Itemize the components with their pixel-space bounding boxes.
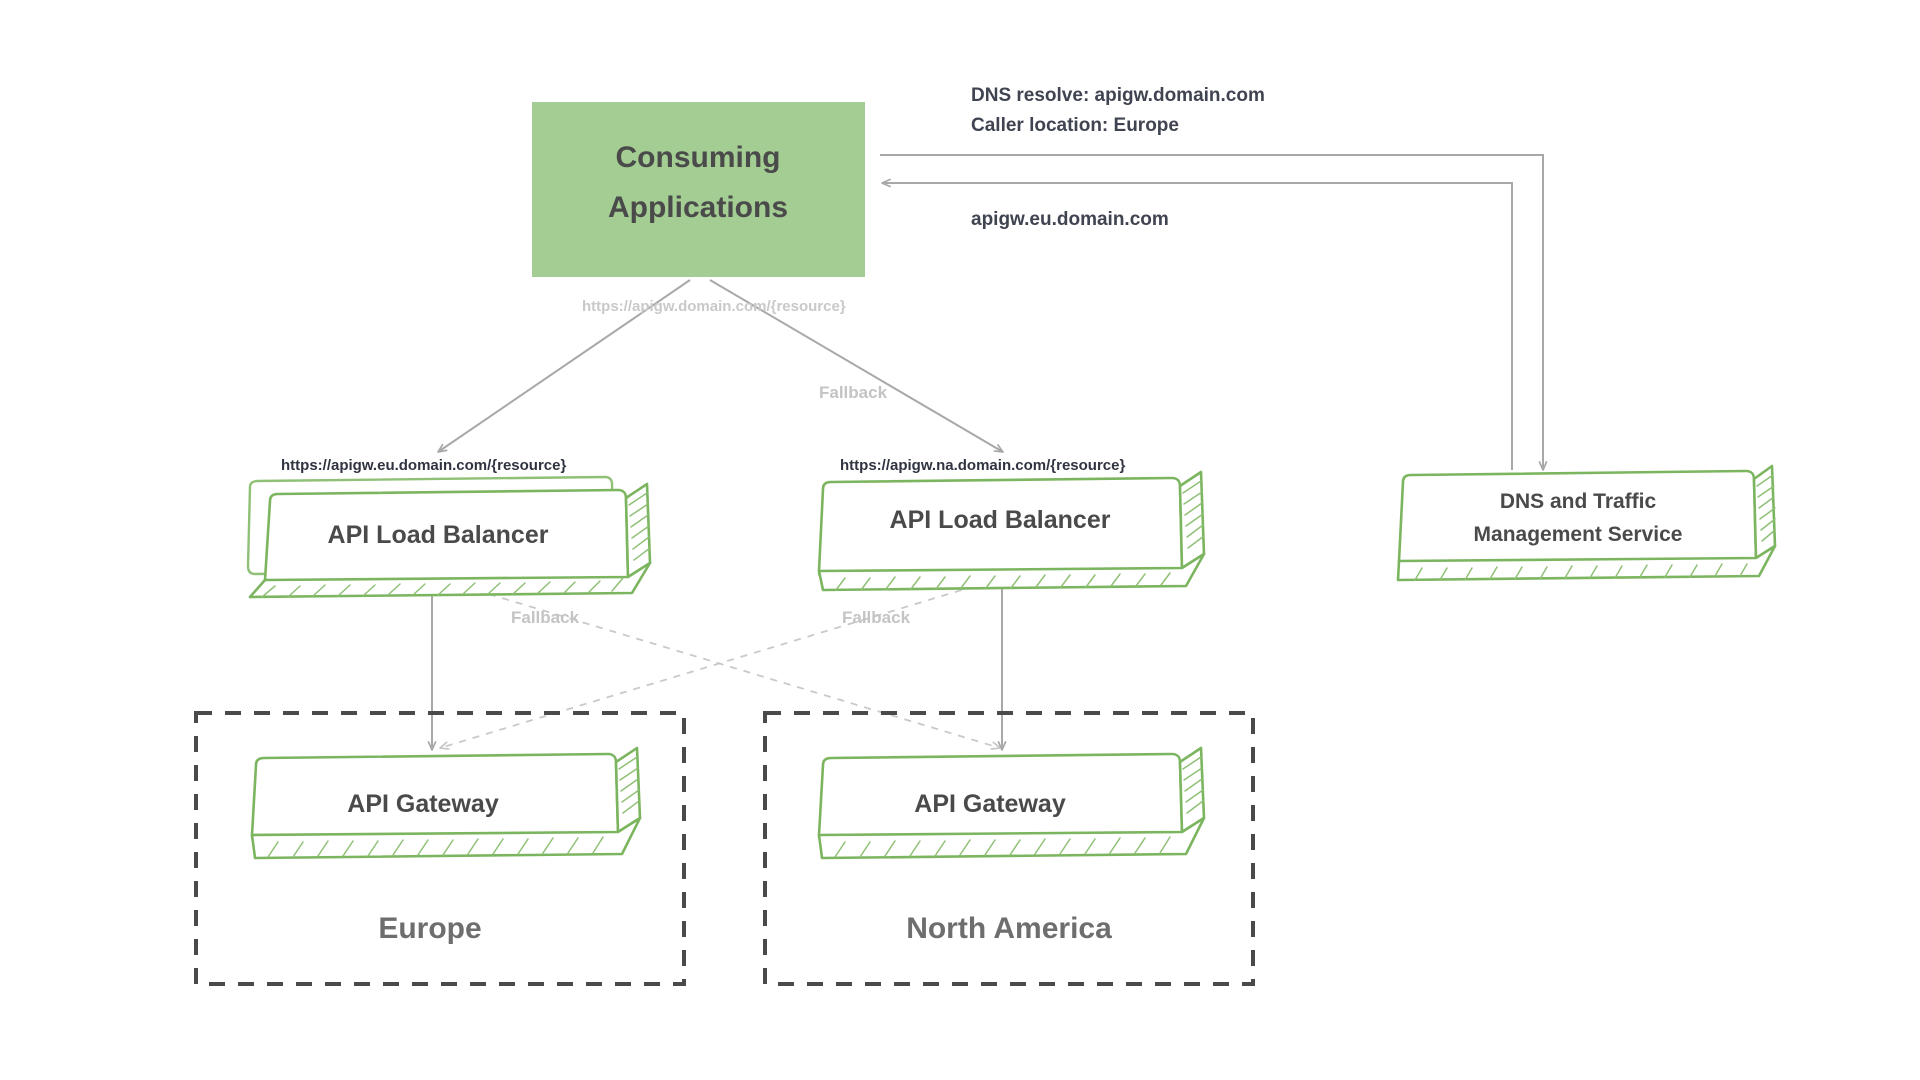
api-gateway-eu-label: API Gateway xyxy=(347,790,499,818)
annotation-dns-resolve: DNS resolve: apigw.domain.com xyxy=(971,85,1265,106)
label-url-na: https://apigw.na.domain.com/{resource} xyxy=(840,457,1125,474)
annotation-caller-location: Caller location: Europe xyxy=(971,115,1179,136)
label-fallback-top: Fallback xyxy=(819,383,888,402)
label-url-eu: https://apigw.eu.domain.com/{resource} xyxy=(281,457,566,474)
dns-service-line-2: Management Service xyxy=(1474,523,1683,546)
region-europe-label: Europe xyxy=(378,912,481,945)
api-gateway-na-label: API Gateway xyxy=(914,790,1066,818)
region-north-america-label: North America xyxy=(906,912,1112,945)
label-fallback-left: Fallback xyxy=(511,608,580,627)
node-api-load-balancer-eu[interactable]: API Load Balancer xyxy=(246,475,652,599)
label-fallback-right: Fallback xyxy=(842,608,911,627)
label-consumer-url: https://apigw.domain.com/{resource} xyxy=(582,298,846,315)
architecture-diagram: Europe North America Consuming Applicati… xyxy=(0,0,1920,1080)
api-load-balancer-eu-label: API Load Balancer xyxy=(328,521,549,549)
node-consuming-applications[interactable]: Consuming Applications xyxy=(532,102,865,277)
api-load-balancer-na-label: API Load Balancer xyxy=(890,506,1111,534)
dns-service-line-1: DNS and Traffic xyxy=(1500,490,1657,513)
node-api-gateway-na[interactable]: API Gateway xyxy=(817,746,1206,860)
node-dns-traffic-management-service[interactable]: DNS and Traffic Management Service xyxy=(1396,464,1777,582)
annotation-dns-response: apigw.eu.domain.com xyxy=(971,209,1169,230)
consuming-applications-line-1: Consuming xyxy=(616,141,781,174)
consuming-applications-line-2: Applications xyxy=(608,191,788,224)
node-api-gateway-eu[interactable]: API Gateway xyxy=(250,746,642,860)
diagram-canvas: Europe North America Consuming Applicati… xyxy=(194,85,1777,986)
connector-consumer-to-dns xyxy=(880,154,1548,471)
node-api-load-balancer-na[interactable]: API Load Balancer xyxy=(817,470,1206,592)
